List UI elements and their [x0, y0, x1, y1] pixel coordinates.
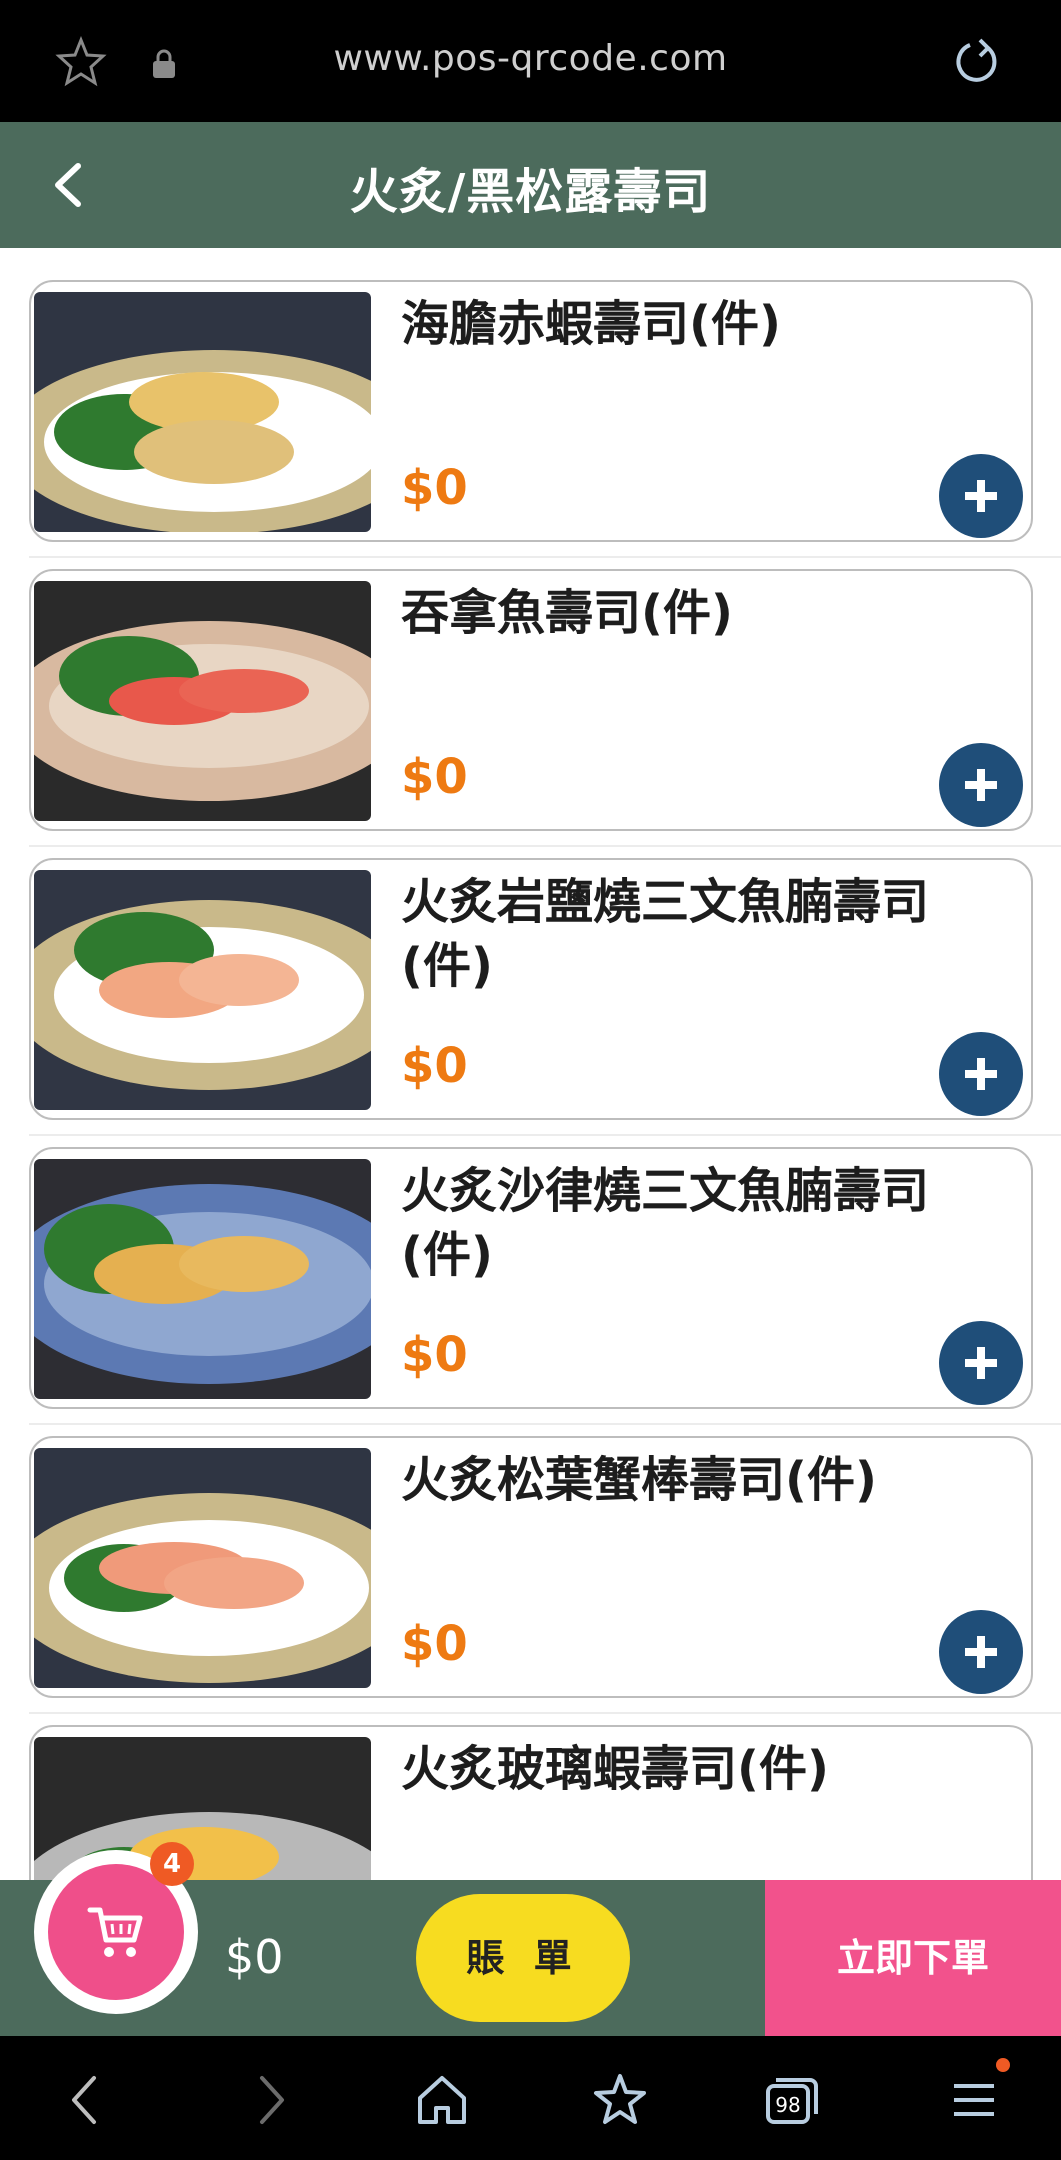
menu-item[interactable]: 火炙沙律燒三文魚腩壽司(件) $0: [29, 1147, 1033, 1409]
sushi-photo: [34, 1159, 371, 1399]
menu-item[interactable]: 吞拿魚壽司(件) $0: [29, 569, 1033, 831]
item-price: $0: [401, 460, 468, 516]
menu-item[interactable]: 海膽赤蝦壽司(件) $0: [29, 280, 1033, 542]
sushi-photo: [34, 292, 371, 532]
sushi-photo: [34, 1448, 371, 1688]
cart-button-ring: 4: [34, 1842, 198, 2014]
menu-item[interactable]: 火炙松葉蟹棒壽司(件) $0: [29, 1436, 1033, 1698]
plus-icon: [965, 1058, 997, 1090]
plus-icon: [965, 480, 997, 512]
app-header: 火炙/黑松露壽司: [0, 122, 1061, 248]
item-name: 火炙沙律燒三文魚腩壽司(件): [401, 1163, 930, 1283]
item-name: 火炙松葉蟹棒壽司(件): [401, 1452, 877, 1508]
browser-nav-bar: 98: [0, 2036, 1061, 2160]
menu-icon[interactable]: [944, 2070, 1004, 2130]
add-to-cart-button[interactable]: [939, 1032, 1023, 1116]
tabs-icon[interactable]: 98: [762, 2070, 822, 2130]
plus-icon: [965, 1636, 997, 1668]
shopping-cart-icon: [87, 1907, 143, 1957]
notification-dot: [996, 2058, 1010, 2072]
add-to-cart-button[interactable]: [939, 1610, 1023, 1694]
add-to-cart-button[interactable]: [939, 743, 1023, 827]
plus-icon: [965, 769, 997, 801]
item-name: 吞拿魚壽司(件): [401, 585, 733, 641]
page-title: 火炙/黑松露壽司: [349, 164, 712, 220]
plus-icon: [965, 1347, 997, 1379]
divider: [29, 1423, 1061, 1425]
sushi-photo: [34, 870, 371, 1110]
item-name: 海膽赤蝦壽司(件): [401, 296, 781, 352]
submit-order-button[interactable]: 立即下單: [765, 1880, 1061, 2036]
bill-button[interactable]: 賬 單: [416, 1894, 630, 2022]
order-bar: 4 $0 賬 單 立即下單: [0, 1842, 1061, 2036]
add-to-cart-button[interactable]: [939, 454, 1023, 538]
forward-arrow-icon[interactable]: [240, 2070, 300, 2130]
url-bar[interactable]: www.pos-qrcode.com: [0, 38, 1061, 79]
home-icon[interactable]: [412, 2070, 472, 2130]
order-total: $0: [225, 1930, 284, 1984]
item-price: $0: [401, 1038, 468, 1094]
menu-item[interactable]: 火炙岩鹽燒三文魚腩壽司(件) $0: [29, 858, 1033, 1120]
cart-count-badge: 4: [150, 1842, 194, 1886]
divider: [29, 556, 1061, 558]
browser-top-bar: www.pos-qrcode.com: [0, 0, 1061, 122]
divider: [29, 845, 1061, 847]
menu-item-list[interactable]: 海膽赤蝦壽司(件) $0 吞拿魚壽司(件) $0 火炙岩鹽燒三文魚腩壽司(件) …: [0, 248, 1061, 1880]
divider: [29, 1134, 1061, 1136]
add-to-cart-button[interactable]: [939, 1321, 1023, 1405]
sushi-photo: [34, 581, 371, 821]
reload-icon[interactable]: [950, 36, 1002, 88]
item-price: $0: [401, 749, 468, 805]
tabs-count: 98: [775, 2093, 800, 2117]
item-name: 火炙玻璃蝦壽司(件): [401, 1741, 829, 1797]
bookmark-star-icon[interactable]: [590, 2070, 650, 2130]
back-arrow-icon[interactable]: [56, 2070, 116, 2130]
item-price: $0: [401, 1616, 468, 1672]
item-name: 火炙岩鹽燒三文魚腩壽司(件): [401, 874, 930, 994]
item-price: $0: [401, 1327, 468, 1383]
divider: [29, 1712, 1061, 1714]
